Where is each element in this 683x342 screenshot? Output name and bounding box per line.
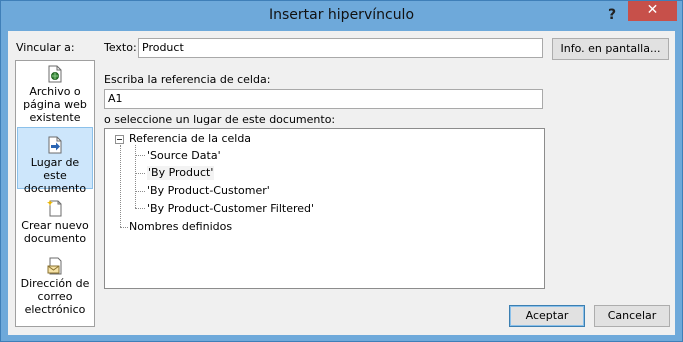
sidebar-item-new-document[interactable]: Crear nuevo documento [17, 199, 93, 251]
place-in-document-label: o seleccione un lugar de este documento: [104, 113, 336, 126]
cell-reference-label: Escriba la referencia de celda: [104, 73, 271, 86]
tree-connector [135, 191, 145, 192]
tree-connector [120, 227, 128, 228]
sidebar-item-label: Archivo o [29, 85, 81, 98]
tree-node-sheet[interactable]: 'By Product-Customer Filtered' [147, 202, 314, 216]
cancel-button[interactable]: Cancelar [594, 305, 670, 327]
file-web-icon [48, 65, 62, 83]
text-to-display-field[interactable]: Product [138, 38, 543, 58]
cell-reference-field[interactable]: A1 [104, 89, 543, 109]
dialog-body: Vincular a: Archivo o página web existen… [8, 31, 675, 335]
dialog-title: Insertar hipervínculo [268, 7, 415, 23]
place-tree-view[interactable]: Referencia de la celda 'Source Data' 'By… [104, 128, 545, 289]
sidebar-item-label: Dirección de [20, 277, 90, 290]
help-button[interactable]: ? [601, 4, 623, 26]
sidebar-item-label: electrónico [24, 303, 86, 316]
close-button[interactable]: ✕ [628, 1, 677, 21]
tree-node-sheet-selected[interactable]: 'By Product' [147, 166, 215, 180]
tree-node-sheet[interactable]: 'By Product-Customer' [147, 184, 270, 198]
sidebar-item-label: correo [37, 290, 73, 303]
title-bar[interactable]: Insertar hipervínculo ? ✕ [1, 1, 682, 31]
email-icon [47, 257, 62, 275]
ok-button[interactable]: Aceptar [509, 305, 585, 327]
sidebar-item-place-in-document[interactable]: Lugar de este documento [17, 127, 93, 195]
tree-connector [135, 173, 145, 174]
tree-connector [120, 145, 121, 227]
tree-node-defined-names[interactable]: Nombres definidos [129, 220, 232, 234]
sidebar-item-email-address[interactable]: Dirección de correo electrónico [17, 257, 93, 323]
screentip-button[interactable]: Info. en pantalla... [552, 38, 669, 60]
sidebar-item-label: Lugar de este [30, 156, 80, 182]
link-to-sidebar: Archivo o página web existente Lugar de … [15, 60, 95, 327]
sidebar-item-existing-file[interactable]: Archivo o página web existente [17, 65, 93, 124]
collapse-toggle[interactable] [115, 135, 124, 144]
document-place-icon [48, 136, 62, 154]
insert-hyperlink-dialog: Insertar hipervínculo ? ✕ Vincular a: Ar… [0, 0, 683, 342]
tree-connector [135, 208, 145, 209]
sidebar-item-label: página web [23, 98, 87, 111]
tree-node-cell-reference[interactable]: Referencia de la celda [129, 132, 251, 146]
sidebar-item-label: documento [23, 182, 87, 195]
link-to-label: Vincular a: [16, 41, 75, 54]
new-document-icon [47, 200, 62, 217]
tree-connector [135, 155, 145, 156]
text-to-display-label: Texto: [104, 41, 137, 54]
sidebar-item-label: Crear nuevo [21, 219, 89, 232]
sidebar-item-label: existente [29, 111, 81, 124]
tree-node-sheet[interactable]: 'Source Data' [147, 149, 221, 163]
sidebar-item-label: documento [23, 232, 87, 245]
